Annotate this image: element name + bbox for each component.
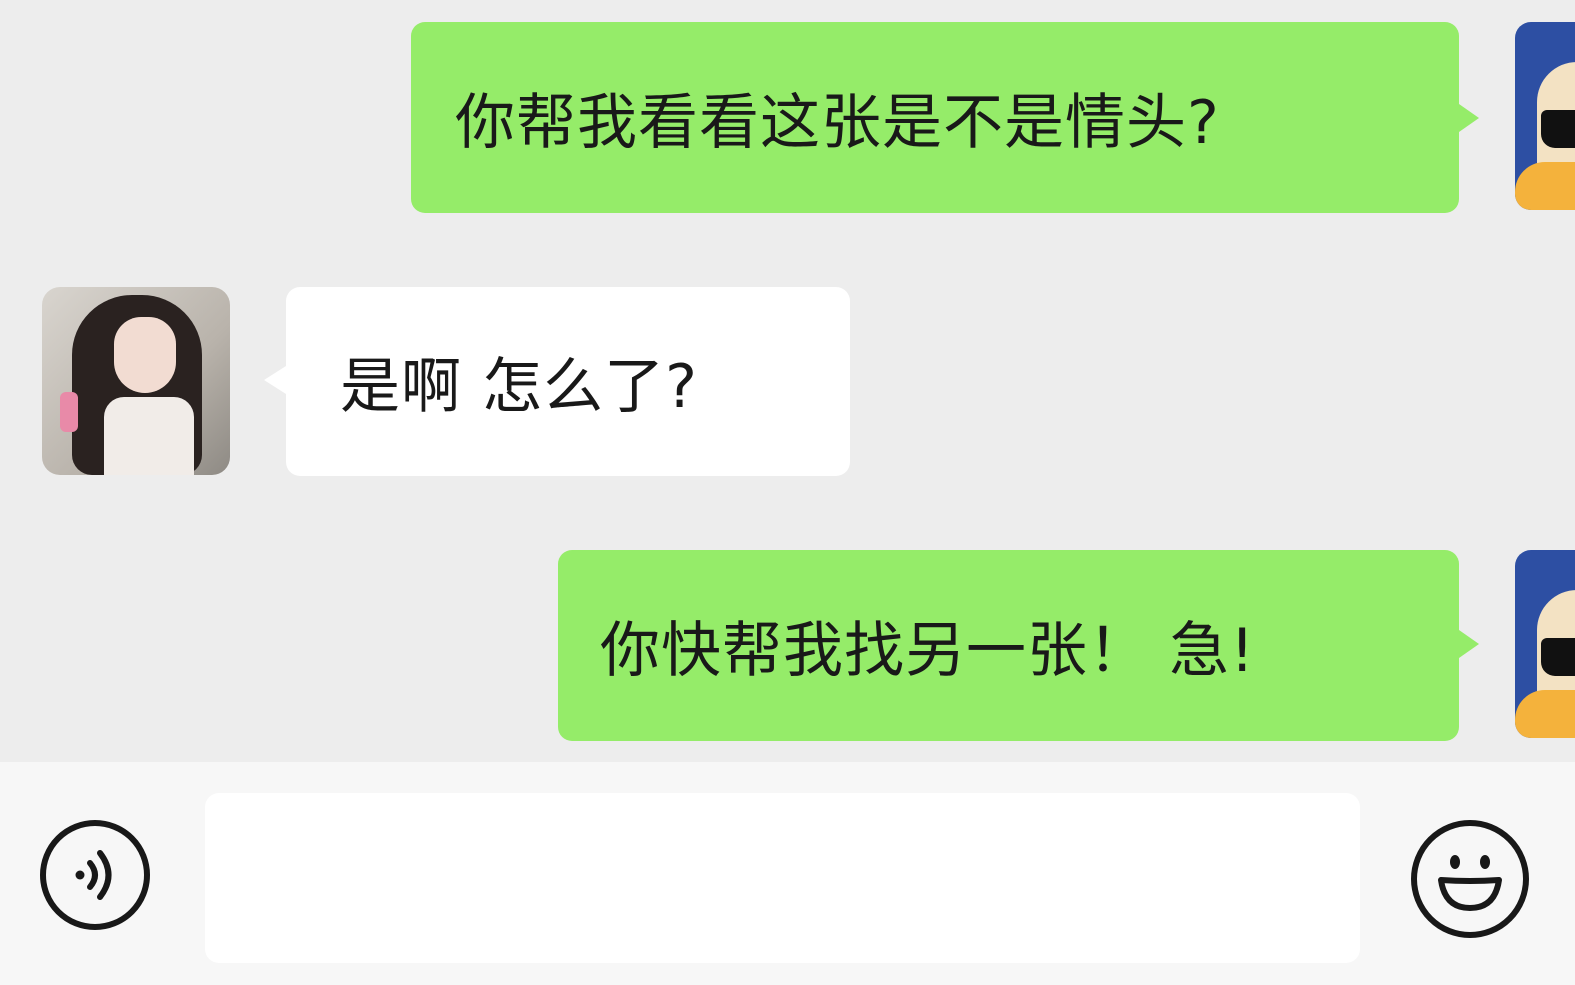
emoji-button[interactable] (1411, 820, 1529, 938)
message-bubble-self[interactable]: 你快帮我找另一张！ 急! (558, 550, 1459, 741)
voice-icon (75, 850, 112, 900)
bubble-tail (1459, 104, 1479, 132)
message-bubble-other[interactable]: 是啊 怎么了? (286, 287, 850, 476)
message-text: 你帮我看看这张是不是情头? (455, 88, 1220, 158)
message-bubble-self[interactable]: 你帮我看看这张是不是情头? (411, 22, 1459, 213)
emoji-icon (1438, 855, 1502, 911)
contact-avatar[interactable] (42, 287, 230, 475)
bubble-tail (264, 366, 286, 394)
message-input[interactable] (205, 793, 1360, 963)
chat-area: 你帮我看看这张是不是情头? 是啊 怎么了? 你快帮我找另一张！ 急! (0, 0, 1575, 762)
voice-button[interactable] (40, 820, 150, 930)
message-text: 是啊 怎么了? (340, 352, 698, 422)
message-text: 你快帮我找另一张！ 急! (600, 616, 1256, 686)
self-avatar[interactable] (1515, 22, 1575, 210)
self-avatar[interactable] (1515, 550, 1575, 738)
bubble-tail (1459, 630, 1479, 658)
